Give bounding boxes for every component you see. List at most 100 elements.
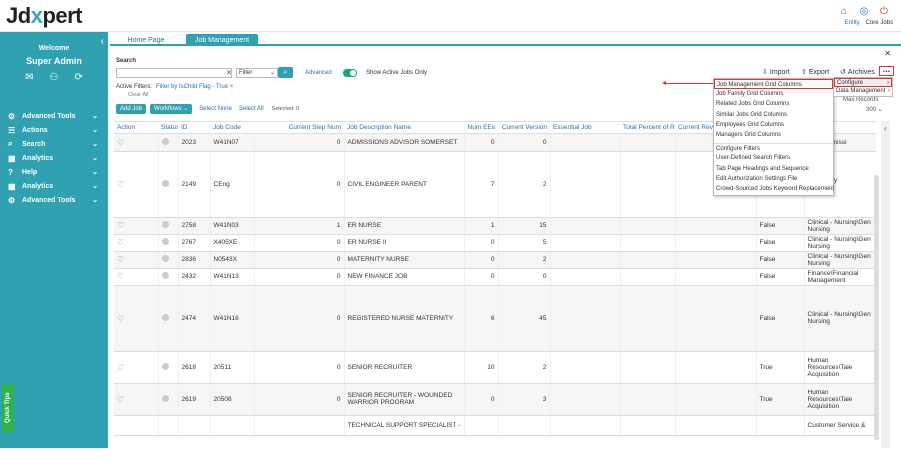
table-row[interactable]: TECHNICAL SUPPORT SPECIALIST - Customer S… <box>114 415 876 436</box>
cell-action <box>114 415 159 436</box>
favorite-icon[interactable]: ♡ <box>117 272 124 281</box>
search-input[interactable] <box>116 68 232 78</box>
core-jobs-link[interactable]: Core Jobs <box>866 20 893 26</box>
col-essential-job[interactable]: Essential Job <box>550 122 620 134</box>
cell-ees: 0 <box>464 268 499 286</box>
mail-icon[interactable]: ✉ <box>25 72 33 83</box>
max-records-select[interactable]: 300 ⌄ <box>866 106 883 113</box>
chevron-left-icon[interactable]: ‹ <box>884 124 887 133</box>
favorite-icon[interactable]: ♡ <box>117 221 124 230</box>
cell-rev <box>675 217 757 235</box>
cell-name: ER NURSE II <box>344 234 465 252</box>
filter-select[interactable]: Filter ⌄ <box>236 68 278 78</box>
sidebar-item-analytics-2[interactable]: ▦ Analytics ⌄ <box>0 179 108 193</box>
menu-edit-authorization-settings[interactable]: Edit Authorization Settings File <box>714 174 833 184</box>
cell-ees: 1 <box>464 217 499 235</box>
archives-button[interactable]: ↺ Archives <box>840 68 875 77</box>
status-icon <box>161 179 169 187</box>
cell-step: 0 <box>254 251 345 269</box>
tab-job-management[interactable]: Job Management <box>186 34 258 46</box>
table-row[interactable]: ♡ 2432 W41N13 0 NEW FINANCE JOB 0 0 False Financ… <box>114 268 876 286</box>
cell-code <box>210 415 255 436</box>
menu-job-management-grid-columns[interactable]: Job Management Grid Columns <box>714 79 833 90</box>
status-icon <box>161 137 169 145</box>
sidebar-item-advanced-tools-2[interactable]: ⚙ Advanced Tools ⌄ <box>0 193 108 207</box>
menu-managers-grid-columns[interactable]: Managers Grid Columns <box>714 130 833 140</box>
entity-link[interactable]: Entity <box>845 20 860 26</box>
col-num-ees[interactable]: Num EEs <box>464 122 498 134</box>
import-button[interactable]: ⇩ Import <box>762 68 790 77</box>
table-row[interactable]: ♡ 2618 20511 0 SENIOR RECRUITER 10 2 True Human … <box>114 351 876 384</box>
users-icon[interactable]: ⚇ <box>50 72 59 83</box>
favorite-icon[interactable]: ♡ <box>117 138 124 147</box>
add-job-button[interactable]: Add Job <box>116 104 147 114</box>
select-all-link[interactable]: Select All <box>239 106 264 112</box>
workflows-button[interactable]: Workflows ⌄ <box>150 104 193 114</box>
cell-ees: 6 <box>464 285 499 352</box>
menu-configure[interactable]: Configure › <box>834 78 892 87</box>
col-status[interactable]: Status <box>158 122 178 134</box>
sidebar-item-help[interactable]: ? Help ⌄ <box>0 165 108 179</box>
close-icon[interactable]: ✕ <box>884 49 891 58</box>
table-row[interactable]: ♡ 2836 N0543X 0 MATERNITY NURSE 0 2 False Clinic… <box>114 251 876 269</box>
tab-home-page[interactable]: Home Page <box>120 34 172 46</box>
table-row[interactable]: ♡ 2767 X405XE 0 ER NURSE II 0 5 False Clinical -… <box>114 234 876 252</box>
favorite-icon[interactable]: ♡ <box>117 238 124 247</box>
search-button[interactable]: ⌕ <box>278 67 293 78</box>
refresh-icon[interactable]: ⟳ <box>74 72 82 83</box>
sidebar-item-advanced-tools[interactable]: ⚙ Advanced Tools ⌄ <box>0 109 108 123</box>
sidebar-item-analytics[interactable]: ▦ Analytics ⌄ <box>0 151 108 165</box>
menu-crowd-sourced-keyword[interactable]: Crowd-Sourced Jobs Keyword Replacement <box>714 184 834 194</box>
cell-id: 2432 <box>178 268 211 286</box>
version-info: VMDSQ9001 v100 whqa03.pq.jdinternal.com … <box>4 450 61 468</box>
col-current-step[interactable]: Current Step Num <box>254 122 344 134</box>
table-row[interactable]: ♡ 2619 20508 0 SENIOR RECRUITER - WOUNDED WA… <box>114 383 876 416</box>
clear-all-link[interactable]: Clear All <box>128 92 148 98</box>
cell-status <box>158 268 179 286</box>
col-action[interactable]: Action <box>114 122 158 134</box>
export-button[interactable]: ⇧ Export <box>801 68 829 77</box>
show-active-toggle[interactable] <box>343 69 357 77</box>
logout-icon[interactable]: ⏻ <box>877 4 891 18</box>
remove-filter-icon[interactable]: × <box>230 84 234 90</box>
sidebar-item-actions[interactable]: ☰ Actions ⌄ <box>0 123 108 137</box>
core-jobs-icon[interactable]: ◎ <box>857 4 871 18</box>
menu-employees-grid-columns[interactable]: Employees Grid Columns <box>714 120 833 130</box>
sidebar-item-search[interactable]: ⌕ Search ⌄ <box>0 137 108 151</box>
advanced-link[interactable]: Advanced <box>305 70 332 76</box>
archive-icon: ↺ <box>840 69 846 76</box>
table-row[interactable]: ♡ 2474 W41N16 0 REGISTERED NURSE MATERNITY 6 4… <box>114 285 876 352</box>
favorite-icon[interactable]: ♡ <box>117 180 124 189</box>
quick-tips-button[interactable]: Quick Tips <box>2 384 14 432</box>
cell-rev <box>675 415 757 436</box>
col-id[interactable]: ID <box>178 122 210 134</box>
cell-status <box>158 217 179 235</box>
app-logo[interactable]: Jdxpert <box>6 3 82 29</box>
menu-tab-page-headings[interactable]: Tab Page Headings and Sequence <box>714 164 833 174</box>
more-options-button[interactable]: ... <box>879 65 894 76</box>
entity-icon[interactable]: ⌂ <box>837 4 851 18</box>
clear-search-icon[interactable]: ✕ <box>226 69 232 77</box>
favorite-icon[interactable]: ♡ <box>117 314 124 323</box>
menu-job-family-grid-columns[interactable]: Job Family Grid Columns <box>714 89 833 99</box>
collapse-sidebar-icon[interactable]: ‹ <box>101 36 104 47</box>
favorite-icon[interactable]: ♡ <box>117 363 124 372</box>
select-none-link[interactable]: Select None <box>199 106 232 112</box>
favorite-icon[interactable]: ♡ <box>117 255 124 264</box>
cell-status <box>158 251 179 269</box>
menu-similar-jobs-grid-columns[interactable]: Similar Jobs Grid Columns <box>714 110 833 120</box>
col-job-code[interactable]: Job Code <box>210 122 254 134</box>
col-total-percent[interactable]: Total Percent of R <box>620 122 675 134</box>
menu-data-management[interactable]: Data Management › <box>834 87 892 96</box>
cell-id: 2618 <box>178 351 211 384</box>
col-current-version[interactable]: Current Version <box>498 122 550 134</box>
menu-user-defined-search-filters[interactable]: User-Defined Search Filters <box>714 153 833 163</box>
favorite-icon[interactable]: ♡ <box>117 395 124 404</box>
grid-scrollbar[interactable] <box>874 175 879 440</box>
col-job-description[interactable]: Job Description Name <box>344 122 464 134</box>
active-filter-value[interactable]: Filter by IsChild Flag - True <box>156 84 228 90</box>
table-row[interactable]: ♡ 2758 W41N03 1 ER NURSE 1 15 False Clinical - N… <box>114 217 876 235</box>
cell-ess <box>550 351 621 384</box>
menu-configure-filters[interactable]: Configure Filters <box>714 143 833 153</box>
menu-related-jobs-grid-columns[interactable]: Related Jobs Grid Columns <box>714 99 833 109</box>
